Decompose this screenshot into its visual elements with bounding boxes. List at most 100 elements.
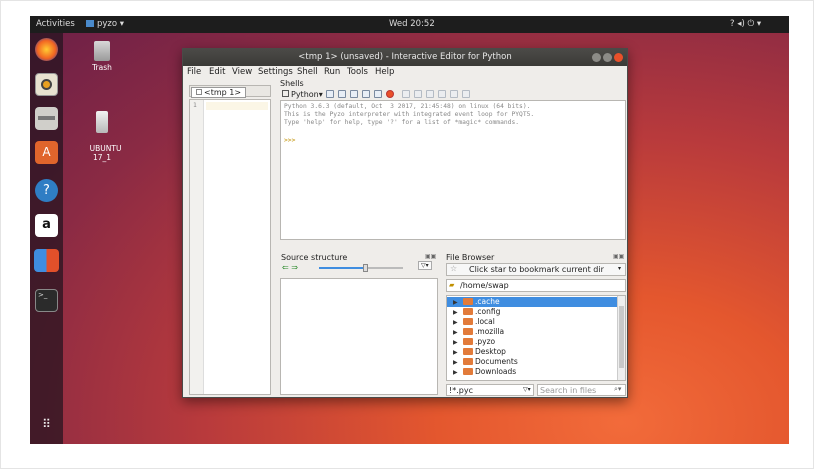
list-item[interactable]: ▶ .config	[453, 307, 613, 317]
terminal-icon[interactable]: >_	[35, 289, 58, 312]
list-item[interactable]: ▶ Desktop	[453, 347, 613, 357]
editor-area[interactable]: 1	[189, 99, 271, 395]
path-input[interactable]: ▰ /home/swap	[446, 279, 626, 292]
shell-tab[interactable]: Python▾	[282, 90, 323, 99]
pyzo-icon	[86, 20, 94, 27]
list-item[interactable]: ▶ .local	[453, 317, 613, 327]
menu-run[interactable]: Run	[324, 67, 340, 77]
folder-icon: ▰	[449, 281, 455, 289]
star-icon[interactable]: ☆	[450, 264, 457, 273]
show-apps-icon[interactable]: ⠿	[35, 413, 58, 436]
terminate-icon[interactable]	[386, 90, 394, 98]
step-icon[interactable]	[414, 90, 422, 98]
clock[interactable]: Wed 20:52	[389, 19, 435, 29]
menu-shell[interactable]: Shell	[297, 67, 318, 77]
folder-icon	[463, 368, 473, 375]
restart-icon[interactable]	[362, 90, 370, 98]
drive-desktop-icon[interactable]: UBUNTU 17_1	[80, 93, 124, 171]
menu-bar: File Edit View Settings Shell Run Tools …	[183, 66, 627, 79]
search-input[interactable]: Search in files ⌕▾	[537, 384, 626, 396]
file-browser-label: File Browser	[446, 253, 495, 262]
close-icon[interactable]	[614, 53, 623, 62]
file-list: ▶ .cache ▶ .config ▶ .local ▶ .mozilla ▶ .pyz…	[446, 295, 626, 381]
menu-help[interactable]: Help	[375, 67, 394, 77]
rhythmbox-icon[interactable]	[35, 73, 58, 96]
line-number: 1	[193, 102, 197, 109]
step-out-icon[interactable]	[438, 90, 446, 98]
nav-arrows-icon[interactable]: ⇐ ⇒	[282, 263, 298, 272]
folder-icon	[463, 358, 473, 365]
software-center-icon[interactable]: A	[35, 141, 58, 164]
current-line	[206, 102, 268, 110]
screenshot-frame: Activities pyzo ▾ Wed 20:52 ? ◂) ⏻ ▾ A ?…	[0, 0, 814, 469]
stack-up-icon[interactable]	[450, 90, 458, 98]
outline-level-slider[interactable]	[319, 264, 403, 272]
list-item[interactable]: ▶ Documents	[453, 357, 613, 367]
search-icon[interactable]: ⌕▾	[614, 385, 621, 394]
list-item[interactable]: ▶ .cache	[447, 297, 617, 307]
step-over-icon[interactable]	[426, 90, 434, 98]
shell-tab-icon	[282, 90, 289, 97]
amazon-icon[interactable]: a	[35, 214, 58, 237]
folder-icon	[463, 348, 473, 355]
shell-prompt: >>>	[284, 137, 296, 144]
top-bar: Activities pyzo ▾ Wed 20:52 ? ◂) ⏻ ▾	[30, 16, 789, 33]
help-icon[interactable]: ?	[35, 179, 58, 202]
shell-output[interactable]: Python 3.6.3 (default, Oct 3 2017, 21:45…	[280, 100, 626, 240]
list-item[interactable]: ▶ .mozilla	[453, 327, 613, 337]
folder-icon	[463, 318, 473, 325]
app-menu[interactable]: pyzo ▾	[86, 19, 124, 29]
trash-desktop-icon[interactable]: Trash	[80, 41, 124, 72]
path-text: /home/swap	[460, 281, 509, 290]
pyzo-window: <tmp 1> (unsaved) - Interactive Editor f…	[182, 48, 628, 398]
shells-label: Shells	[280, 79, 304, 88]
folder-icon	[463, 338, 473, 345]
usb-drive-icon	[96, 111, 108, 133]
bookmark-text: Click star to bookmark current dir	[469, 265, 604, 274]
menu-settings[interactable]: Settings	[258, 67, 293, 77]
filter-dropdown[interactable]: ▽▾	[418, 261, 432, 270]
source-panel-controls-icon[interactable]: ▣▣	[425, 253, 436, 260]
debug-icon[interactable]	[402, 90, 410, 98]
filter-chevron-icon: ▽▾	[523, 386, 531, 393]
folder-icon	[463, 328, 473, 335]
editor-tab-label: <tmp 1>	[204, 88, 242, 97]
system-status[interactable]: ? ◂) ⏻ ▾	[730, 19, 761, 29]
editor-tab[interactable]: <tmp 1>	[191, 87, 247, 98]
new-shell-icon[interactable]	[326, 90, 334, 98]
folder-icon	[463, 308, 473, 315]
drive-label: UBUNTU 17_1	[89, 144, 122, 162]
stack-down-icon[interactable]	[462, 90, 470, 98]
source-structure-tree[interactable]	[280, 278, 438, 395]
app-menu-label: pyzo ▾	[97, 19, 125, 29]
shell-banner: Python 3.6.3 (default, Oct 3 2017, 21:45…	[284, 103, 535, 126]
firefox-icon[interactable]	[35, 38, 58, 61]
folder-icon	[463, 298, 473, 305]
minimize-icon[interactable]	[592, 53, 601, 62]
shell-config-icon[interactable]	[338, 90, 346, 98]
clear-icon[interactable]	[374, 90, 382, 98]
list-item[interactable]: ▶ Downloads	[453, 367, 613, 377]
menu-edit[interactable]: Edit	[209, 67, 225, 77]
filter-text: !*.pyc	[449, 386, 473, 395]
maximize-icon[interactable]	[603, 53, 612, 62]
pyzo-dock-icon[interactable]	[34, 249, 59, 272]
dock: A ? a >_ ⠿	[30, 33, 63, 444]
scrollbar[interactable]	[617, 296, 625, 380]
menu-view[interactable]: View	[232, 67, 252, 77]
title-bar[interactable]: <tmp 1> (unsaved) - Interactive Editor f…	[183, 49, 627, 66]
activities-button[interactable]: Activities	[36, 19, 75, 29]
list-item[interactable]: ▶ .pyzo	[453, 337, 613, 347]
tab-checkbox[interactable]	[196, 89, 202, 95]
bookmark-dropdown[interactable]: ☆ Click star to bookmark current dir ▾	[446, 263, 626, 276]
menu-tools[interactable]: Tools	[347, 67, 368, 77]
files-icon[interactable]	[35, 107, 58, 130]
menu-file[interactable]: File	[187, 67, 201, 77]
search-placeholder: Search in files	[540, 386, 597, 395]
filter-input[interactable]: !*.pyc ▽▾	[446, 384, 534, 396]
chevron-down-icon: ▾	[618, 265, 622, 272]
shell-tab-label: Python	[291, 90, 319, 99]
interrupt-icon[interactable]	[350, 90, 358, 98]
browser-panel-controls-icon[interactable]: ▣▣	[613, 253, 624, 260]
ubuntu-desktop: Activities pyzo ▾ Wed 20:52 ? ◂) ⏻ ▾ A ?…	[30, 16, 789, 444]
